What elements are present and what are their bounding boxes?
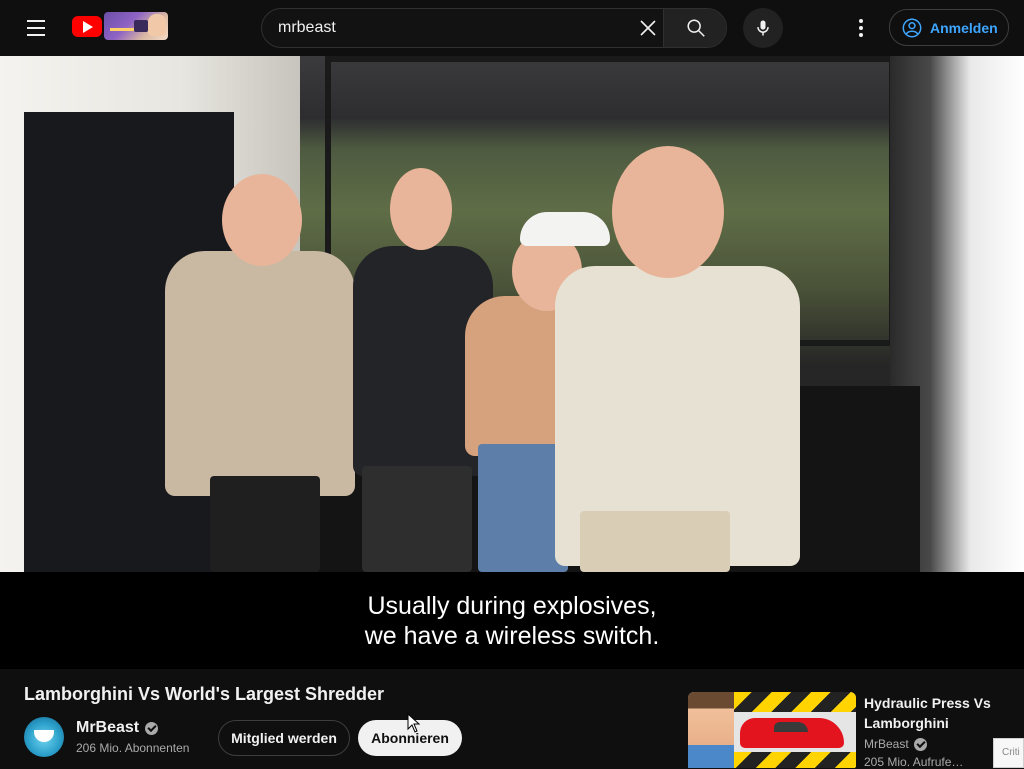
verified-check-icon [145,721,159,735]
video-details: Lamborghini Vs World's Largest Shredder … [0,669,1024,769]
recommendation-title[interactable]: Hydraulic Press Vs Lamborghini [864,693,994,733]
corner-chip[interactable]: Criti [993,738,1024,768]
voice-search-button[interactable] [743,8,783,48]
recommendation-views: 205 Mio. Aufrufe… [864,755,964,769]
signin-label: Anmelden [930,19,998,36]
captions: Usually during explosives, we have a wir… [0,572,1024,669]
recommendation-channel[interactable]: MrBeast [864,737,927,751]
join-button[interactable]: Mitglied werden [218,720,350,756]
video-player[interactable]: Usually during explosives, we have a wir… [0,56,1024,669]
signin-button[interactable]: Anmelden [889,9,1009,46]
account-circle-icon [902,18,922,37]
youtube-logo-icon[interactable] [72,16,102,37]
video-frame[interactable] [0,56,1024,572]
channel-avatar[interactable] [24,717,64,757]
channel-name-link[interactable]: MrBeast [76,719,159,737]
search-box [261,8,727,48]
recommendation-thumbnail[interactable] [688,692,856,768]
search-input[interactable] [262,9,662,47]
caption-line: we have a wireless switch. [364,621,660,650]
channel-name: MrBeast [76,719,140,736]
masthead: Anmelden [0,0,1024,56]
mouse-cursor-icon [407,713,421,733]
more-vertical-icon[interactable] [845,8,877,48]
youtube-doodle-icon[interactable] [104,12,168,40]
microphone-icon [757,20,769,36]
video-title: Lamborghini Vs World's Largest Shredder [24,684,385,704]
verified-check-icon [913,737,927,751]
hamburger-menu-icon[interactable] [16,8,56,48]
subscriber-count: 206 Mio. Abonnenten [76,741,190,755]
recommendation-channel-name: MrBeast [864,737,909,751]
search-icon [686,19,705,37]
caption-line: Usually during explosives, [367,591,657,620]
close-icon[interactable] [630,9,666,47]
search-button[interactable] [663,9,726,47]
